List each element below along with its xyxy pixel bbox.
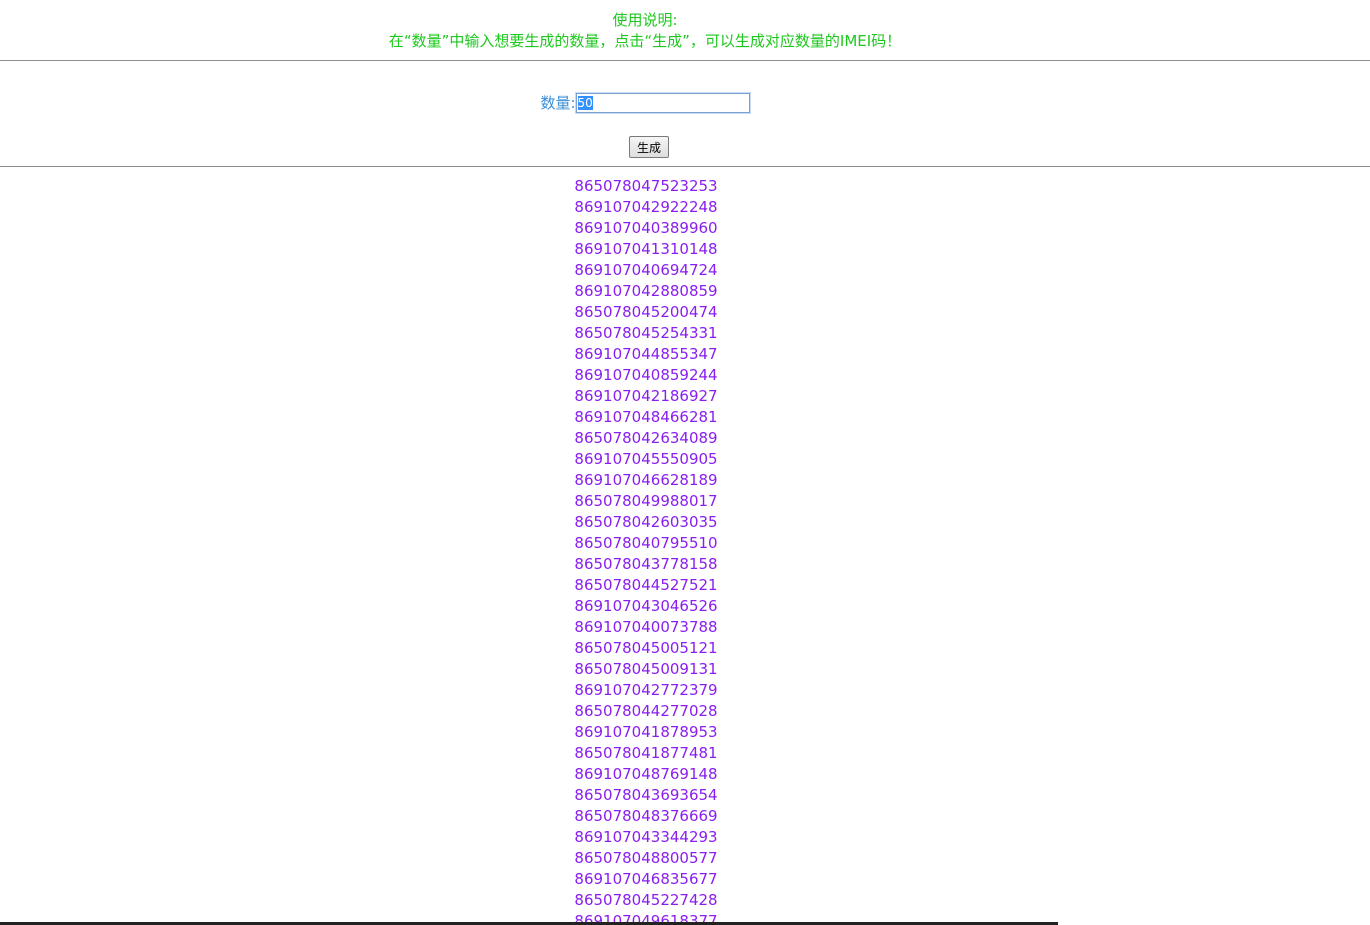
generate-row: 生成: [0, 136, 1298, 158]
instructions-title: 使用说明:: [612, 11, 678, 29]
imei-item: 865078045254331: [574, 324, 718, 342]
imei-item: 869107042880859: [574, 282, 718, 300]
imei-item: 865078042634089: [574, 429, 718, 447]
imei-item: 865078045227428: [574, 891, 718, 909]
quantity-label: 数量:: [540, 94, 576, 112]
imei-item: 869107042772379: [574, 681, 718, 699]
imei-item: 869107042922248: [574, 198, 718, 216]
imei-item: 865078040795510: [574, 534, 718, 552]
imei-item: 865078047523253: [574, 177, 718, 195]
imei-item: 869107040389960: [574, 219, 718, 237]
quantity-row: 数量:: [0, 91, 1290, 114]
imei-item: 869107045550905: [574, 450, 718, 468]
top-divider: [0, 60, 1370, 61]
imei-item: 865078048376669: [574, 807, 718, 825]
imei-item: 865078044277028: [574, 702, 718, 720]
imei-item: 865078049988017: [574, 492, 718, 510]
imei-item: 865078043778158: [574, 555, 718, 573]
instructions-text: 在“数量”中输入想要生成的数量，点击“生成”，可以生成对应数量的IMEI码！: [388, 32, 902, 50]
imei-item: 865078043693654: [574, 786, 718, 804]
imei-item: 869107041878953: [574, 723, 718, 741]
imei-item: 869107040859244: [574, 366, 718, 384]
generate-button[interactable]: 生成: [628, 136, 669, 158]
imei-item: 869107046628189: [574, 471, 718, 489]
imei-item: 869107040694724: [574, 261, 718, 279]
imei-item: 869107046835677: [574, 870, 718, 888]
quantity-input[interactable]: [574, 91, 751, 114]
imei-item: 869107048466281: [574, 408, 718, 426]
imei-item: 865078041877481: [574, 744, 718, 762]
results-divider: [0, 166, 1370, 167]
imei-item: 869107041310148: [574, 240, 718, 258]
imei-list: 865078047523253 869107042922248 8691070403…: [0, 176, 1292, 925]
imei-generator-page: 使用说明: 在“数量”中输入想要生成的数量，点击“生成”，可以生成对应数量的IM…: [0, 0, 1370, 925]
imei-item: 865078044527521: [574, 576, 718, 594]
imei-item: 865078048800577: [574, 849, 718, 867]
imei-item: 865078045200474: [574, 303, 718, 321]
imei-item: 869107043046526: [574, 597, 718, 615]
imei-item: 869107042186927: [574, 387, 718, 405]
imei-item: 869107044855347: [574, 345, 718, 363]
imei-item: 869107048769148: [574, 765, 718, 783]
imei-item: 865078045009131: [574, 660, 718, 678]
imei-item: 865078045005121: [574, 639, 718, 657]
imei-item: 869107043344293: [574, 828, 718, 846]
imei-item: 869107040073788: [574, 618, 718, 636]
imei-item: 865078042603035: [574, 513, 718, 531]
usage-instructions: 使用说明: 在“数量”中输入想要生成的数量，点击“生成”，可以生成对应数量的IM…: [0, 10, 1290, 52]
